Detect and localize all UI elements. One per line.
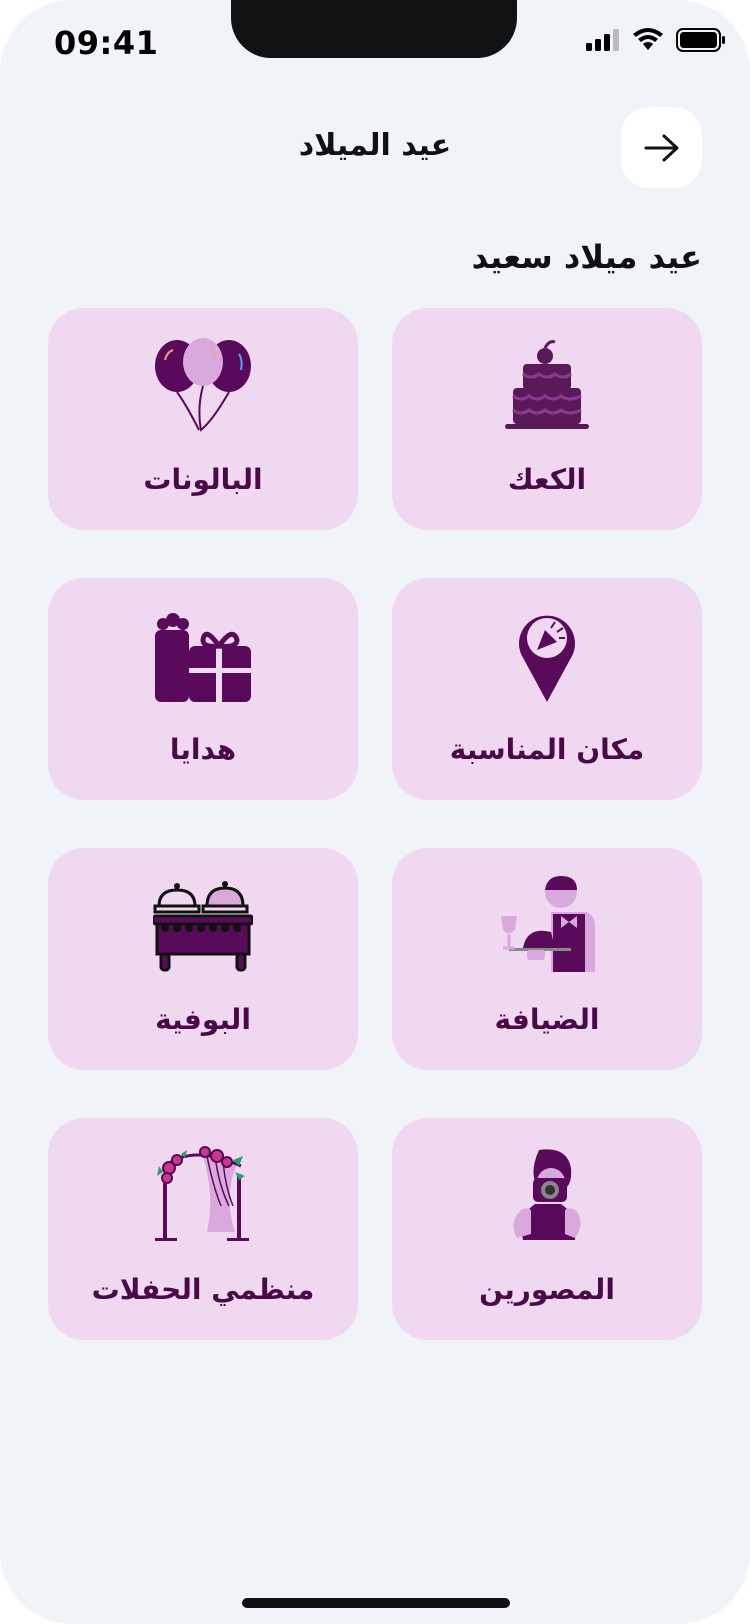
party-planner-icon	[155, 1146, 249, 1241]
location-pin-icon	[519, 615, 575, 702]
category-card-balloons[interactable]: البالونات	[48, 308, 358, 530]
balloons-icon	[155, 338, 251, 432]
category-card-buffet[interactable]: البوفية	[48, 848, 358, 1070]
status-icons	[586, 28, 726, 52]
home-indicator[interactable]	[242, 1598, 510, 1608]
category-label: مكان المناسبة	[449, 733, 645, 766]
category-label: منظمي الحفلات	[91, 1273, 315, 1306]
signal-icon	[586, 29, 619, 51]
category-label: البالونات	[143, 463, 263, 496]
buffet-icon	[153, 881, 253, 972]
arrow-right-icon	[644, 134, 678, 161]
photographer-icon	[513, 1149, 581, 1240]
category-card-cake[interactable]: الكعك	[392, 308, 702, 530]
category-card-photographers[interactable]: المصورين	[392, 1118, 702, 1340]
phone-screen: 09:41 عيد الميلاد عيد ميلاد سعيد الكعك ا…	[0, 0, 750, 1624]
category-label: الضيافة	[494, 1003, 600, 1036]
category-card-venue[interactable]: مكان المناسبة	[392, 578, 702, 800]
category-card-party-planners[interactable]: منظمي الحفلات	[48, 1118, 358, 1340]
cake-icon	[505, 340, 589, 429]
waiter-icon	[501, 876, 595, 972]
notch	[231, 0, 517, 58]
wifi-icon	[633, 28, 663, 50]
category-label: هدايا	[169, 733, 237, 766]
category-label: البوفية	[155, 1003, 251, 1036]
status-time: 09:41	[54, 24, 159, 62]
category-card-hospitality[interactable]: الضيافة	[392, 848, 702, 1070]
category-label: الكعك	[507, 463, 587, 496]
battery-icon	[676, 28, 725, 52]
gifts-icon	[155, 613, 251, 702]
category-card-gifts[interactable]: هدايا	[48, 578, 358, 800]
category-label: المصورين	[479, 1273, 615, 1306]
back-button[interactable]	[621, 107, 702, 188]
section-title: عيد ميلاد سعيد	[471, 238, 702, 276]
